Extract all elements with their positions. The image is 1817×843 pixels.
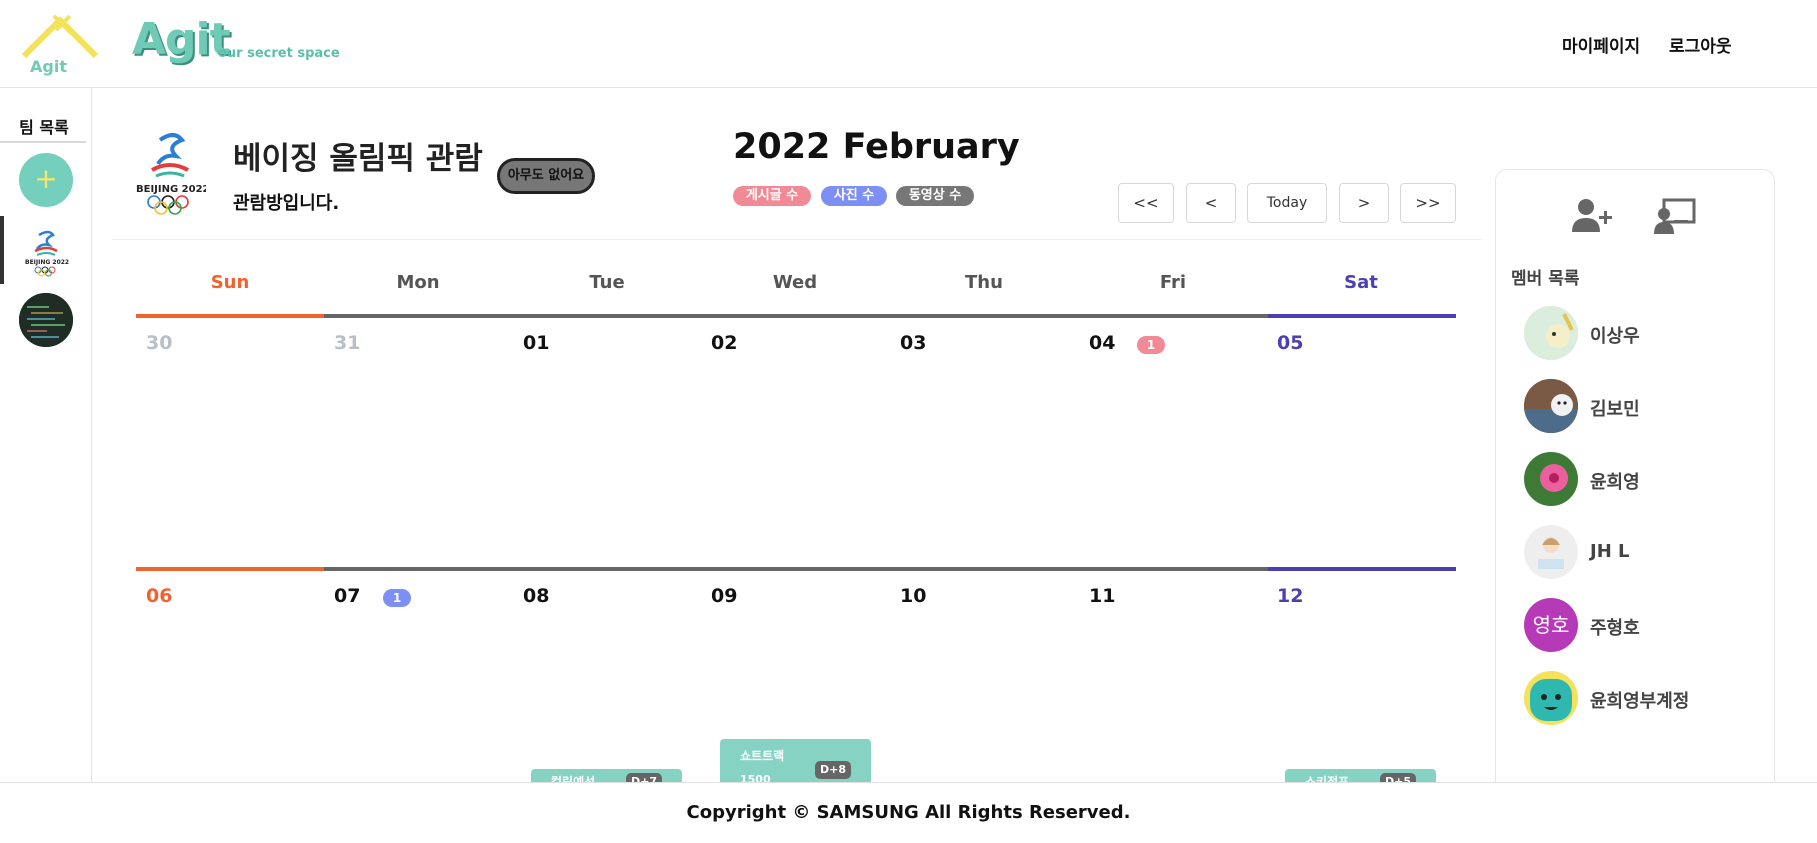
member-item[interactable]: 이상우: [1524, 306, 1764, 362]
day-cell[interactable]: 09: [711, 585, 737, 607]
post-count-legend: 게시글 수: [733, 186, 811, 206]
agit-wordmark[interactable]: Agit our secret space: [132, 14, 340, 65]
brand-tagline: our secret space: [218, 46, 340, 61]
event-card[interactable]: 쇼트트랙 1500 D+8: [720, 739, 871, 782]
weekday-fri: Fri: [1159, 272, 1187, 293]
weekday-tue: Tue: [589, 272, 625, 293]
photo-count-badge[interactable]: 1: [383, 589, 411, 607]
day-cell[interactable]: 03: [900, 332, 926, 354]
day-cell[interactable]: 04: [1089, 332, 1115, 354]
avatar: [1524, 379, 1578, 433]
member-item[interactable]: 영호 주형호: [1524, 598, 1764, 654]
team-item-beijing[interactable]: BEIJING 2022: [19, 223, 73, 277]
event-dday-badge: D+7: [626, 773, 662, 782]
event-title: 쇼트트랙: [740, 749, 785, 763]
member-name: 이상우: [1590, 326, 1640, 347]
calendar-month-title: 2022 February: [733, 127, 1020, 167]
add-user-icon[interactable]: [1570, 196, 1614, 236]
avatar: [1524, 452, 1578, 506]
event-title: 스키점프: [1305, 775, 1350, 782]
member-name: 윤희영: [1590, 472, 1640, 493]
logo-mark-text: Agit: [30, 57, 67, 76]
avatar: [1524, 671, 1578, 725]
day-cell[interactable]: 30: [146, 332, 172, 354]
event-title: 컬링예선: [551, 775, 596, 782]
event-card[interactable]: 스키점프 D+5: [1285, 769, 1436, 782]
day-cell[interactable]: 05: [1277, 332, 1303, 354]
top-bar: Agit Agit our secret space 마이페이지 로그아웃: [0, 0, 1817, 88]
event-dday-badge: D+5: [1380, 773, 1416, 782]
member-panel: 멤버 목록 이상우 김보민 윤희영 JH L 영호 주형호 윤희영부계정: [1495, 169, 1775, 809]
prev-year-button[interactable]: <<: [1118, 183, 1174, 223]
team-description: 관람방입니다.: [233, 193, 340, 214]
member-item[interactable]: 윤희영: [1524, 452, 1764, 508]
member-item[interactable]: 김보민: [1524, 379, 1764, 435]
member-name: 주형호: [1590, 618, 1640, 639]
day-cell[interactable]: 11: [1089, 585, 1115, 607]
member-name: 윤희영부계정: [1590, 691, 1690, 712]
day-cell[interactable]: 10: [900, 585, 926, 607]
beijing-2022-emblem-icon: BEIJING 2022: [25, 230, 69, 277]
weekday-sat: Sat: [1344, 272, 1378, 293]
team-name: 베이징 올림픽 관람: [233, 141, 483, 177]
team-sidebar: 팀 목록 + BEIJING 2022: [0, 88, 92, 782]
weekday-thu: Thu: [965, 272, 1003, 293]
mypage-link[interactable]: 마이페이지: [1562, 32, 1640, 57]
day-cell[interactable]: 02: [711, 332, 737, 354]
avatar: [1524, 306, 1578, 360]
day-cell[interactable]: 12: [1277, 585, 1303, 607]
event-dday-badge: D+8: [815, 761, 851, 779]
brand-name: Agit: [132, 14, 231, 65]
member-list-title: 멤버 목록: [1511, 269, 1580, 289]
day-cell[interactable]: 01: [523, 332, 549, 354]
video-count-legend: 동영상 수: [896, 186, 974, 206]
week-divider: [136, 567, 1456, 571]
avatar: 영호: [1524, 598, 1578, 652]
weekday-mon: Mon: [396, 272, 440, 293]
copyright-text: Copyright © SAMSUNG All Rights Reserved.: [686, 802, 1131, 823]
day-cell[interactable]: 07: [334, 585, 360, 607]
svg-text:BEIJING 2022: BEIJING 2022: [136, 184, 206, 195]
agit-tent-logo-icon[interactable]: Agit: [20, 12, 100, 78]
next-month-button[interactable]: >: [1339, 183, 1389, 223]
member-item[interactable]: JH L: [1524, 525, 1764, 581]
online-status-badge: 아무도 없어요: [497, 158, 595, 194]
member-name: 김보민: [1590, 399, 1640, 420]
code-screen-thumbnail-icon: [19, 293, 73, 347]
post-count-badge[interactable]: 1: [1137, 336, 1165, 354]
today-button[interactable]: Today: [1247, 183, 1327, 223]
add-team-button[interactable]: +: [19, 153, 73, 207]
photo-count-legend: 사진 수: [821, 186, 887, 206]
svg-text:BEIJING 2022: BEIJING 2022: [25, 259, 69, 266]
weekday-wed: Wed: [772, 272, 818, 293]
prev-month-button[interactable]: <: [1186, 183, 1236, 223]
day-cell[interactable]: 06: [146, 585, 172, 607]
team-list-title: 팀 목록: [19, 118, 69, 137]
active-team-indicator: [0, 216, 4, 284]
week-divider: [136, 314, 1456, 318]
next-year-button[interactable]: >>: [1400, 183, 1456, 223]
day-cell[interactable]: 08: [523, 585, 549, 607]
event-subtitle: 1500: [740, 773, 771, 782]
logout-link[interactable]: 로그아웃: [1669, 32, 1732, 57]
beijing-2022-emblem-icon: BEIJING 2022: [136, 133, 206, 215]
member-name: JH L: [1590, 541, 1630, 562]
sidebar-divider: [0, 141, 86, 143]
day-cell[interactable]: 31: [334, 332, 360, 354]
event-card[interactable]: 컬링예선 D+7: [531, 769, 682, 782]
presentation-icon[interactable]: [1654, 196, 1698, 236]
team-item-code[interactable]: [19, 293, 73, 347]
avatar: [1524, 525, 1578, 579]
member-item[interactable]: 윤희영부계정: [1524, 671, 1764, 727]
weekday-sun: Sun: [210, 272, 250, 293]
footer: Copyright © SAMSUNG All Rights Reserved.: [0, 782, 1817, 842]
